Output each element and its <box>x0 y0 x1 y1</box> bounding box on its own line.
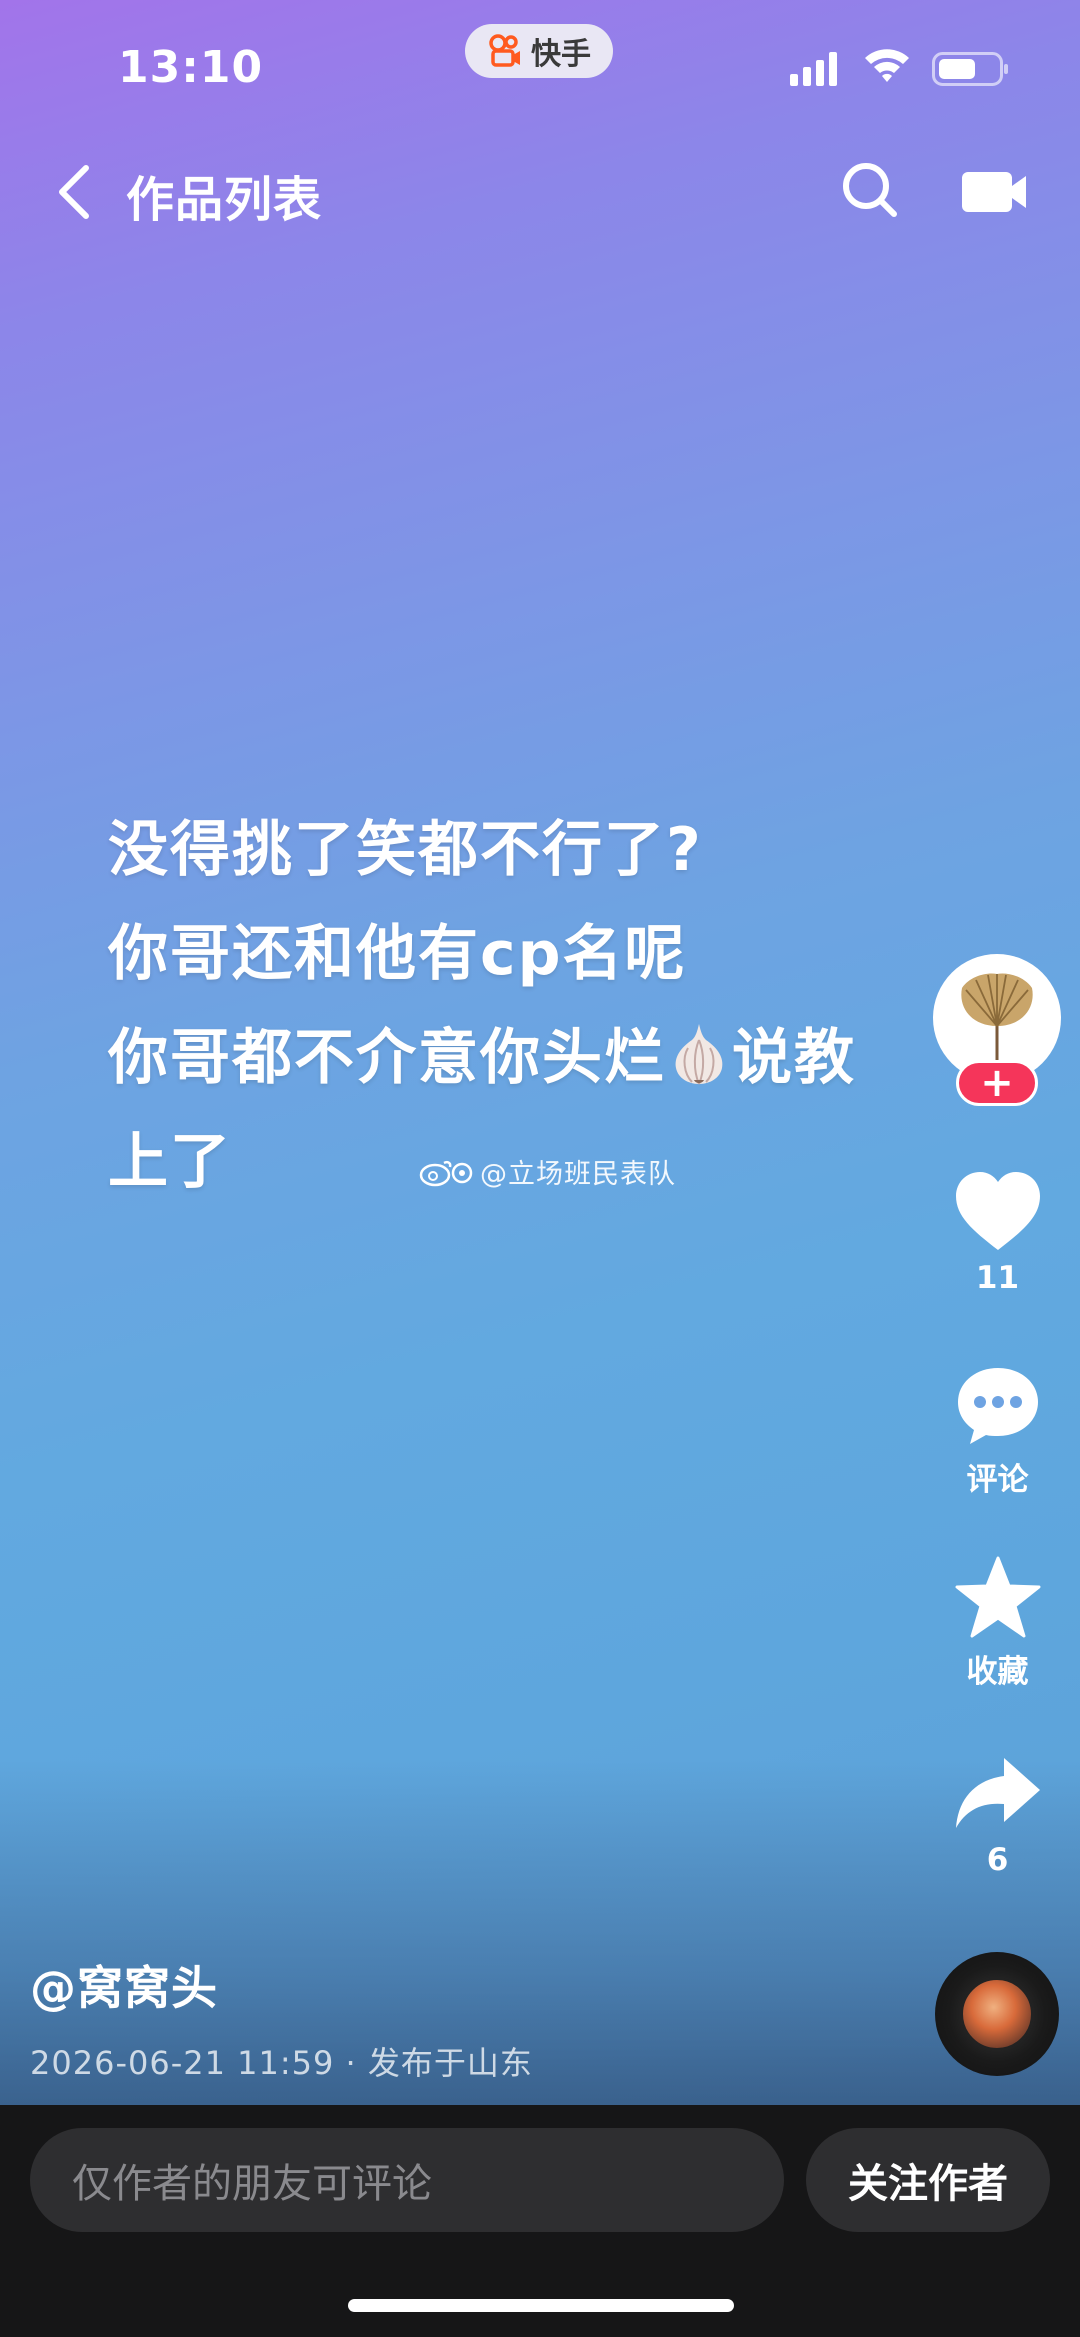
back-chevron-icon[interactable] <box>52 162 98 222</box>
weibo-watermark: @立场班民表队 <box>418 1152 676 1191</box>
palm-leaf-icon <box>961 973 1033 1063</box>
share-arrow-icon <box>955 1758 1040 1828</box>
follow-author-button[interactable]: 关注作者 <box>806 2128 1050 2232</box>
home-indicator[interactable] <box>348 2299 734 2312</box>
caption-line: 你哥都不介意你头烂 说教 <box>108 1006 908 1110</box>
share-button[interactable]: 6 <box>940 1752 1055 1878</box>
post-meta: 2026-06-21 11:59 · 发布于山东 <box>30 2044 533 2082</box>
comment-input[interactable]: 仅作者的朋友可评论 <box>30 2128 784 2232</box>
search-icon[interactable] <box>840 160 900 220</box>
share-count: 6 <box>986 1842 1009 1878</box>
comment-bubble-icon <box>957 1368 1038 1444</box>
music-disc[interactable] <box>935 1952 1059 2076</box>
caption-line: 你哥还和他有cp名呢 <box>108 919 687 989</box>
caption-line-text: 你哥都不介意你头烂 <box>108 1023 666 1093</box>
app-pill-label: 快手 <box>531 37 591 72</box>
author-name[interactable]: @窝窝头 <box>30 1952 218 2018</box>
follow-plus-button[interactable]: + <box>956 1060 1038 1106</box>
battery-icon <box>932 52 1008 86</box>
watermark-text: @立场班民表队 <box>480 1159 676 1190</box>
caption-line-text: 说教 <box>732 1023 856 1093</box>
favorite-label: 收藏 <box>966 1654 1029 1690</box>
garlic-icon <box>675 1024 723 1085</box>
music-cover-image <box>961 1978 1033 2050</box>
kuaishou-logo-icon <box>489 34 520 67</box>
status-time: 13:10 <box>118 42 264 93</box>
like-button[interactable]: 11 <box>940 1170 1055 1296</box>
video-screen[interactable]: 13:10 快手 作品列表 没得挑了笑都不行了? 你哥还和他有cp名呢 你哥都不… <box>0 0 1080 2105</box>
app-pill[interactable]: 快手 <box>465 24 613 78</box>
like-count: 11 <box>975 1260 1020 1296</box>
caption-line: 没得挑了笑都不行了? <box>108 815 703 885</box>
comment-button[interactable]: 评论 <box>940 1364 1055 1499</box>
cellular-signal-icon <box>790 52 837 86</box>
camera-icon[interactable] <box>962 166 1028 216</box>
comment-label: 评论 <box>966 1462 1029 1498</box>
wifi-icon <box>865 49 909 82</box>
heart-icon <box>955 1172 1040 1250</box>
favorite-button[interactable]: 收藏 <box>940 1556 1055 1691</box>
star-icon <box>955 1556 1040 1638</box>
page-title: 作品列表 <box>126 172 323 228</box>
weibo-logo-icon <box>419 1160 473 1186</box>
